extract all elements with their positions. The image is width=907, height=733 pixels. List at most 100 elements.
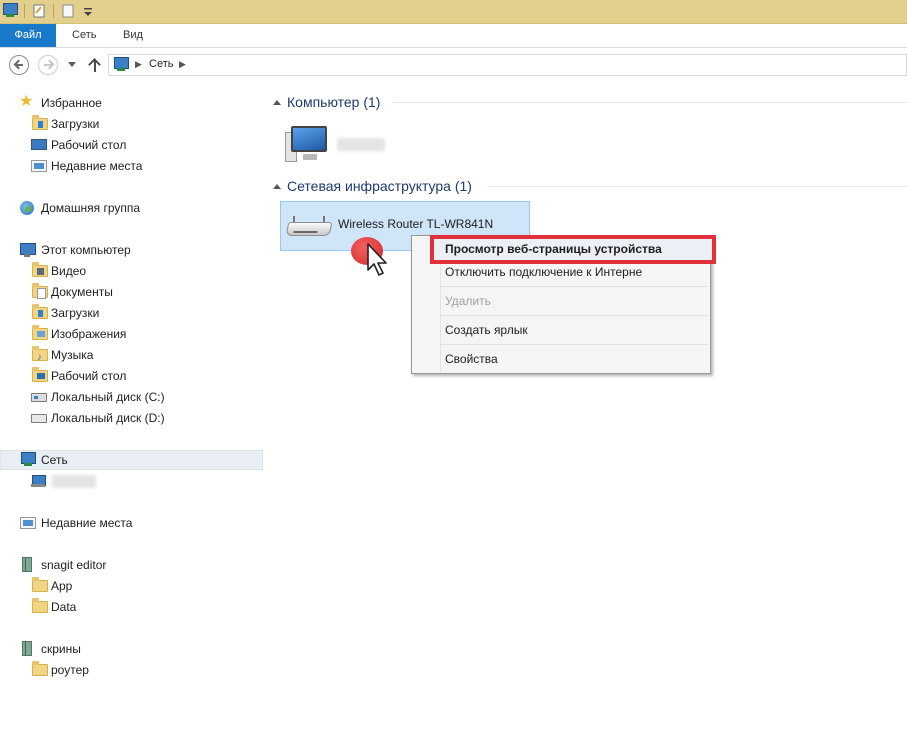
sidebar-item-label: Загрузки [51, 117, 100, 131]
forward-button[interactable] [38, 55, 58, 75]
menu-separator [441, 315, 707, 316]
computer-item[interactable] [285, 124, 331, 164]
sidebar-item-music[interactable]: Музыка [0, 345, 263, 368]
sidebar-item-label: Рабочий стол [51, 369, 127, 383]
menu-item-properties[interactable]: Свойства [413, 348, 707, 370]
library-icon [22, 641, 32, 656]
breadcrumb-separator-icon[interactable]: ▶ [179, 59, 186, 70]
sidebar-item-data[interactable]: Data [0, 597, 263, 617]
sidebar-item-router-folder[interactable]: роутер [0, 660, 263, 680]
star-icon: ★ [19, 93, 34, 110]
collapse-icon[interactable] [273, 184, 281, 189]
sidebar-item-videos[interactable]: Видео [0, 261, 263, 281]
sidebar-item-downloads[interactable]: Загрузки [0, 114, 263, 134]
breadcrumb-network[interactable]: Сеть [149, 58, 173, 70]
sidebar-item-network[interactable]: Сеть [0, 450, 263, 470]
sidebar-item-pictures[interactable]: Изображения [0, 324, 263, 344]
back-button[interactable] [9, 55, 29, 75]
pictures-folder-icon [32, 325, 48, 340]
properties-icon[interactable] [31, 3, 47, 19]
recent-places-icon [31, 160, 47, 172]
monitor-icon [291, 126, 327, 152]
content-pane: Компьютер (1) Сетевая инфраструктура (1)… [263, 84, 907, 733]
sidebar-item-network-computer[interactable] [0, 471, 263, 491]
tab-network[interactable]: Сеть [60, 24, 108, 47]
group-header-computers[interactable]: Компьютер (1) [273, 92, 907, 112]
downloads-folder-icon [32, 115, 48, 130]
sidebar-item-desktop-pc[interactable]: Рабочий стол [0, 366, 263, 386]
mouse-pointer-icon [367, 243, 387, 276]
network-icon[interactable] [2, 3, 18, 19]
title-bar [0, 0, 907, 24]
navigation-pane: ★ Избранное Загрузки Рабочий стол Недавн… [0, 84, 263, 733]
desktop-icon [31, 139, 47, 150]
sidebar-item-recent-places-root[interactable]: Недавние места [0, 513, 263, 533]
drive-icon [31, 414, 47, 423]
router-icon [285, 216, 333, 238]
menu-item-delete[interactable]: Удалить [413, 290, 707, 312]
downloads-folder-icon [32, 304, 48, 319]
sidebar-item-documents[interactable]: Документы [0, 282, 263, 302]
monitor-stand [303, 154, 317, 160]
folder-icon [32, 598, 48, 613]
network-icon [20, 452, 36, 468]
system-drive-icon [31, 393, 47, 402]
sidebar-item-label: Data [51, 600, 77, 614]
computer-icon [19, 242, 36, 258]
recent-places-icon [20, 517, 36, 529]
sidebar-item-recent-places[interactable]: Недавние места [0, 156, 263, 176]
redacted-computer-name [337, 138, 385, 151]
menu-item-disconnect-internet[interactable]: Отключить подключение к Интерне [413, 261, 707, 283]
tab-view[interactable]: Вид [111, 24, 155, 47]
menu-separator [441, 344, 707, 345]
group-header-network-infrastructure[interactable]: Сетевая инфраструктура (1) [273, 176, 907, 196]
sidebar-item-label: Документы [51, 285, 113, 299]
sidebar-item-desktop[interactable]: Рабочий стол [0, 135, 263, 155]
sidebar-item-label: Изображения [51, 327, 127, 341]
new-folder-icon[interactable] [60, 3, 76, 19]
quick-access-toolbar [2, 3, 96, 19]
menu-separator [441, 286, 707, 287]
sidebar-item-label: Сеть [41, 453, 68, 467]
recent-locations-dropdown-icon[interactable] [68, 62, 76, 67]
music-folder-icon [32, 346, 48, 368]
sidebar-item-label: Недавние места [41, 516, 133, 530]
group-divider [487, 186, 907, 187]
sidebar-item-downloads-pc[interactable]: Загрузки [0, 303, 263, 323]
address-bar[interactable]: ▶ Сеть ▶ [108, 54, 907, 76]
documents-folder-icon [32, 283, 48, 299]
sidebar-item-snagit-editor[interactable]: snagit editor [0, 555, 263, 575]
sidebar-item-label: роутер [51, 663, 89, 677]
sidebar-item-screens[interactable]: скрины [0, 639, 263, 659]
sidebar-item-local-disk-c[interactable]: Локальный диск (C:) [0, 387, 263, 407]
sidebar-item-label: Загрузки [51, 306, 100, 320]
videos-folder-icon [32, 262, 48, 277]
sidebar-item-label: Недавние места [51, 159, 143, 173]
sidebar-item-label: Локальный диск (C:) [51, 390, 165, 404]
computer-icon [31, 473, 47, 489]
sidebar-item-label: Музыка [51, 348, 94, 362]
library-icon [22, 557, 32, 572]
collapse-icon[interactable] [273, 100, 281, 105]
sidebar-item-label: snagit editor [41, 558, 107, 572]
group-title: Компьютер (1) [287, 94, 381, 110]
sidebar-item-app[interactable]: App [0, 576, 263, 596]
ribbon-tabs: Файл Сеть Вид [0, 24, 907, 48]
toolbar-separator [53, 4, 54, 18]
router-label: Wireless Router TL-WR841N [338, 217, 494, 231]
group-divider [393, 102, 907, 103]
sidebar-item-local-disk-d[interactable]: Локальный диск (D:) [0, 408, 263, 428]
breadcrumb-separator-icon[interactable]: ▶ [135, 59, 142, 70]
tab-file[interactable]: Файл [0, 24, 56, 47]
sidebar-item-label: скрины [41, 642, 81, 656]
customize-dropdown-icon[interactable] [80, 3, 96, 19]
sidebar-item-this-pc[interactable]: Этот компьютер [0, 240, 263, 260]
sidebar-item-label: Домашняя группа [41, 201, 141, 215]
homegroup-icon [19, 200, 35, 216]
menu-item-create-shortcut[interactable]: Создать ярлык [413, 319, 707, 341]
navigation-bar: ▶ Сеть ▶ [0, 48, 907, 82]
sidebar-item-homegroup[interactable]: Домашняя группа [0, 198, 263, 218]
sidebar-item-favorites[interactable]: ★ Избранное [0, 93, 263, 113]
highlight-frame [430, 235, 716, 264]
up-level-button[interactable] [88, 56, 102, 74]
